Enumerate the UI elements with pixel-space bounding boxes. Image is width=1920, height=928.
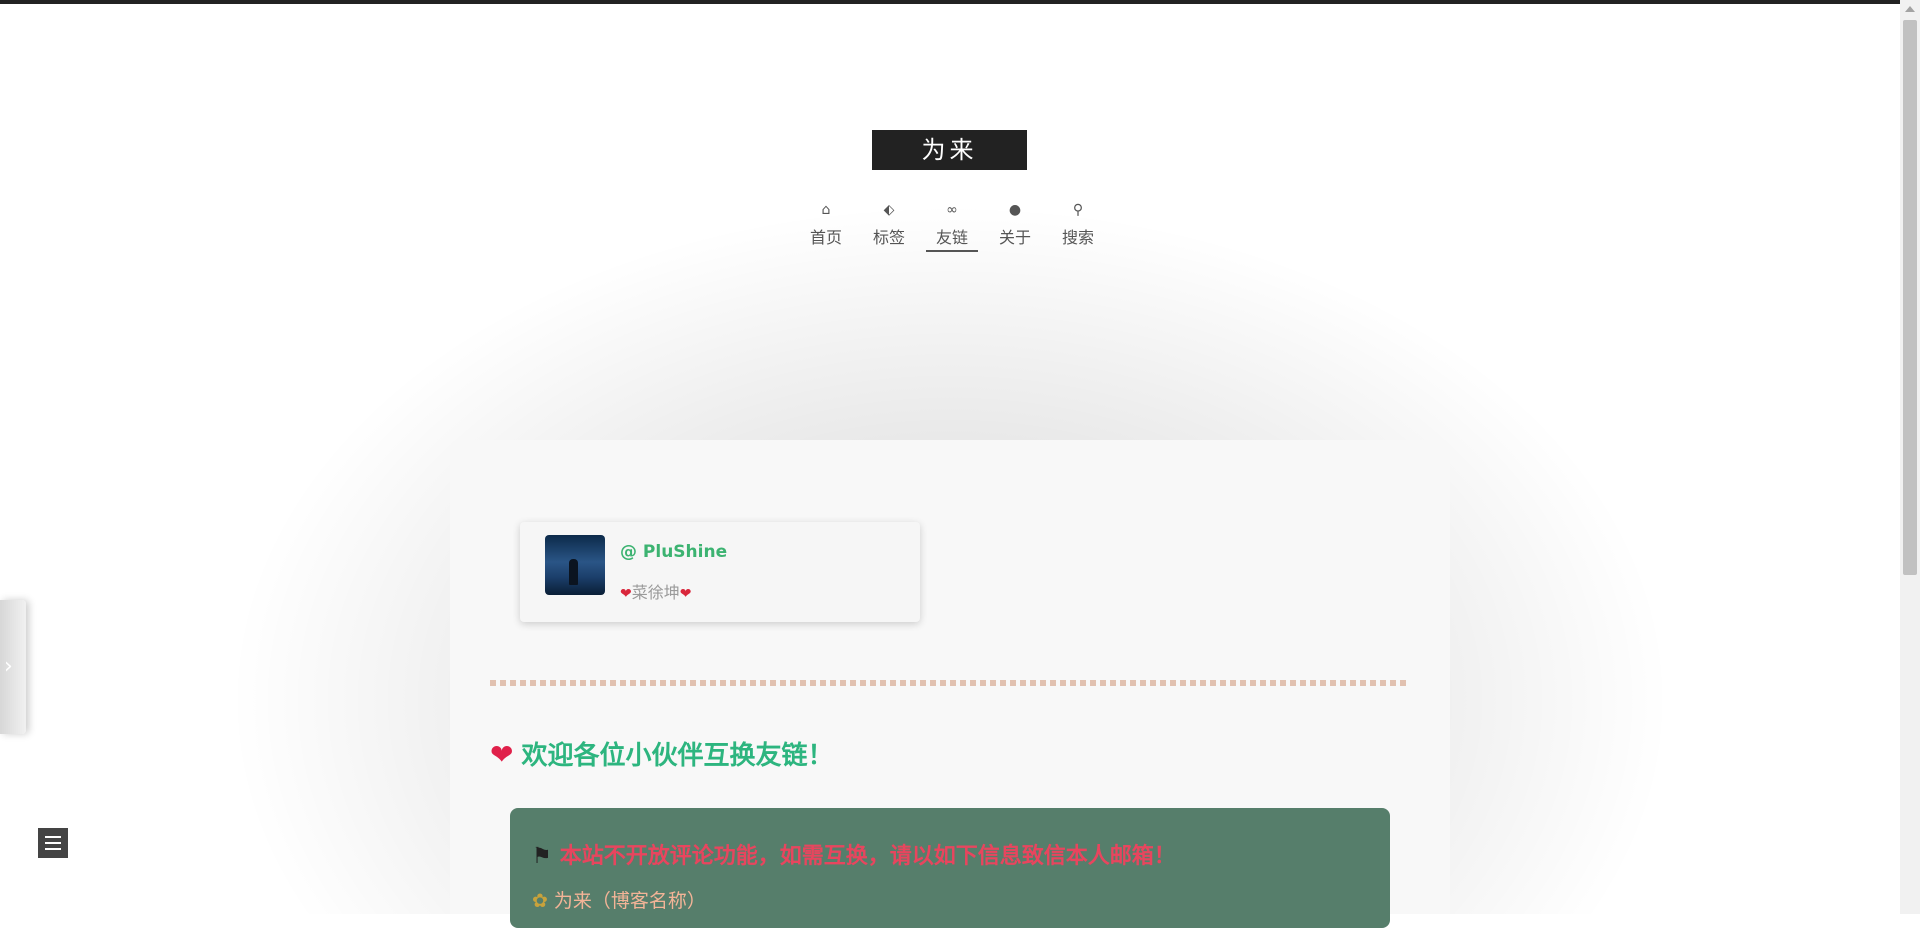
main-nav: ⌂ 首页 ⬖ 标签 ∞ 友链 ● 关于 ⚲ 搜索 [800, 200, 1100, 260]
friend-name[interactable]: @ PluShine [620, 542, 727, 562]
heart-icon: ❤ [679, 586, 692, 602]
user-icon: ● [1008, 202, 1022, 218]
menu-button[interactable] [38, 828, 68, 858]
nav-item-tags[interactable]: ⬖ 标签 [863, 200, 915, 248]
telescope-icon: ⚑ [532, 844, 552, 869]
nav-item-label: 标签 [872, 228, 905, 247]
hamburger-line [45, 836, 61, 838]
search-icon: ⚲ [1072, 202, 1084, 218]
nav-item-label: 友链 [926, 228, 978, 252]
notice-text: 本站不开放评论功能，如需互换，请以如下信息致信本人邮箱！ [559, 844, 1176, 869]
friend-desc-text: 菜徐坤 [631, 583, 680, 602]
nav-item-home[interactable]: ⌂ 首页 [800, 200, 852, 248]
friend-description: ❤菜徐坤❤ [620, 579, 691, 603]
sparkling-heart-icon: ❤ [490, 738, 514, 771]
home-icon: ⌂ [821, 202, 831, 218]
avatar[interactable] [545, 535, 605, 595]
notice-line: ✿ 为来（博客名称） [532, 886, 706, 913]
hamburger-line [45, 848, 61, 850]
nav-item-search[interactable]: ⚲ 搜索 [1052, 200, 1104, 248]
scroll-up-arrow-icon[interactable] [1905, 6, 1915, 12]
link-icon: ∞ [946, 202, 958, 218]
tag-icon: ⬖ [883, 202, 895, 218]
nav-item-label: 搜索 [1061, 228, 1094, 247]
chevron-right-icon: › [4, 654, 13, 679]
dotted-divider [490, 680, 1410, 686]
vertical-scrollbar[interactable] [1900, 0, 1920, 914]
friends-content-card: @ PluShine ❤菜徐坤❤ ❤ 欢迎各位小伙伴互换友链！ ⚑ 本站不开放评论功… [450, 440, 1450, 928]
scrollbar-thumb[interactable] [1903, 20, 1917, 575]
site-brand-title[interactable]: 为来 [872, 130, 1027, 170]
notice-line: ⚑ 本站不开放评论功能，如需互换，请以如下信息致信本人邮箱！ [532, 838, 1176, 870]
notice-box: ⚑ 本站不开放评论功能，如需互换，请以如下信息致信本人邮箱！ ✿ 为来（博客名称） [510, 808, 1390, 928]
welcome-heading: ❤ 欢迎各位小伙伴互换友链！ [490, 735, 833, 775]
nav-item-label: 首页 [809, 228, 842, 247]
notice-text: 为来（博客名称） [553, 890, 706, 912]
heart-icon: ❤ [620, 586, 632, 602]
welcome-text: 欢迎各位小伙伴互换友链！ [521, 741, 834, 771]
nav-item-label: 关于 [998, 228, 1031, 247]
friend-link-card[interactable]: @ PluShine ❤菜徐坤❤ [520, 522, 920, 622]
nav-item-about[interactable]: ● 关于 [989, 200, 1041, 248]
sidebar-toggle-button[interactable]: › [0, 600, 26, 734]
nav-item-friends[interactable]: ∞ 友链 [926, 200, 978, 252]
seedling-icon: ✿ [532, 890, 548, 912]
hamburger-line [45, 842, 61, 844]
